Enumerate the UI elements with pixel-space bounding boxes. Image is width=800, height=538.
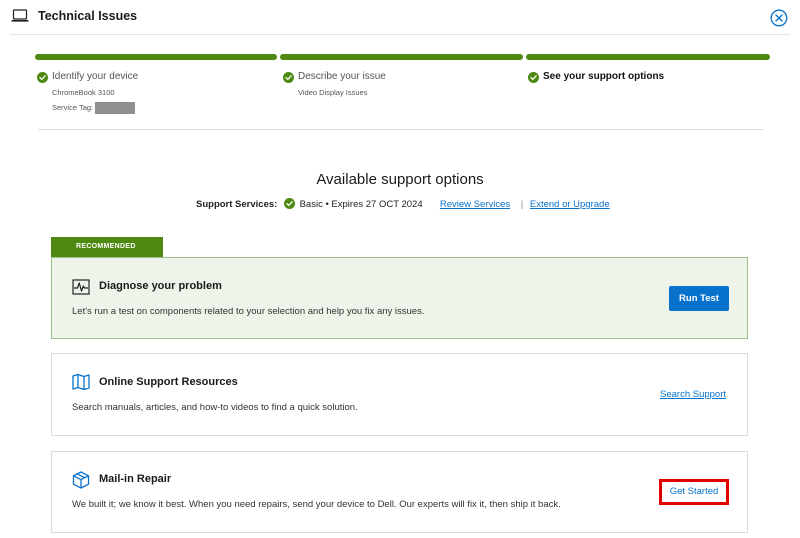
issue-type: Video Display Issues xyxy=(298,88,368,97)
package-box-icon xyxy=(72,471,90,489)
service-tag-redacted xyxy=(95,102,136,114)
recommended-badge: RECOMMENDED xyxy=(51,237,163,258)
get-started-button[interactable]: Get Started xyxy=(659,479,729,505)
progress-segment-2 xyxy=(280,54,523,60)
run-test-button[interactable]: Run Test xyxy=(669,286,729,311)
link-separator: | xyxy=(520,199,524,210)
service-tag: Service Tag: xyxy=(52,102,136,114)
page-title: Available support options xyxy=(316,171,484,188)
mail-in-repair-description: We built it; we know it best. When you n… xyxy=(72,499,561,510)
search-support-link[interactable]: Search Support xyxy=(660,389,726,400)
extend-upgrade-link[interactable]: Extend or Upgrade xyxy=(530,199,610,210)
laptop-icon xyxy=(11,9,29,22)
diagnose-card: Diagnose your problem Let's run a test o… xyxy=(51,257,748,339)
step-label: See your support options xyxy=(543,71,665,82)
pulse-monitor-icon xyxy=(72,279,90,295)
device-model: ChromeBook 3100 xyxy=(52,88,115,97)
support-services-status: Basic • Expires 27 OCT 2024 xyxy=(299,199,423,210)
progress-bar xyxy=(35,54,770,60)
progress-segment-1 xyxy=(35,54,277,60)
online-support-title: Online Support Resources xyxy=(99,376,238,388)
progress-segment-3 xyxy=(526,54,770,60)
check-circle-icon xyxy=(283,198,295,209)
step-label: Describe your issue xyxy=(298,71,386,82)
review-services-link[interactable]: Review Services xyxy=(440,199,510,210)
service-tag-label: Service Tag: xyxy=(52,102,94,112)
dialog-header: Technical Issues xyxy=(0,0,800,34)
check-circle-icon xyxy=(37,72,48,83)
diagnose-title: Diagnose your problem xyxy=(99,280,222,292)
close-icon[interactable] xyxy=(770,9,788,27)
mail-in-repair-card: Mail-in Repair We built it; we know it b… xyxy=(51,451,748,533)
online-support-card: Online Support Resources Search manuals,… xyxy=(51,353,748,436)
online-support-description: Search manuals, articles, and how-to vid… xyxy=(72,402,358,413)
mail-in-repair-title: Mail-in Repair xyxy=(99,473,172,485)
support-services-line: Support Services: Basic • Expires 27 OCT… xyxy=(196,198,610,210)
open-book-icon xyxy=(72,373,90,391)
dialog-title: Technical Issues xyxy=(38,9,138,23)
check-circle-icon xyxy=(283,72,294,83)
step-label: Identify your device xyxy=(52,71,139,82)
check-circle-icon xyxy=(528,72,539,83)
support-services-label: Support Services: xyxy=(196,199,278,210)
section-divider xyxy=(38,129,764,130)
header-divider xyxy=(10,34,790,35)
diagnose-description: Let's run a test on components related t… xyxy=(72,306,425,317)
